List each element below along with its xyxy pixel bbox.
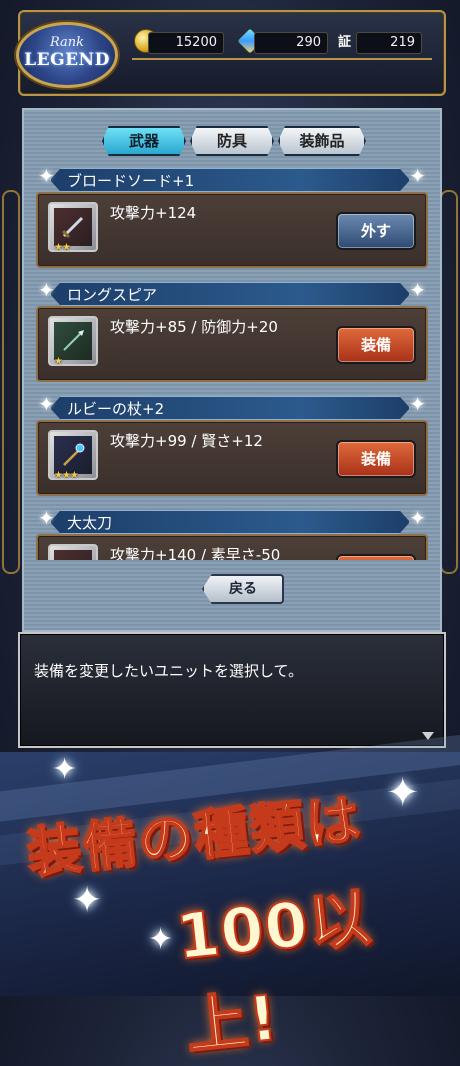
item-body: 攻撃力+140 / 素早さ-50 装備	[36, 534, 428, 560]
sparkle-icon: ✦	[386, 770, 420, 816]
item-name: ブロードソード+1	[50, 168, 410, 192]
unequip-button[interactable]: 外す	[336, 212, 416, 250]
sparkle-icon: ✦	[52, 752, 78, 787]
equip-button[interactable]: 装備	[336, 326, 416, 364]
item-stats: 攻撃力+140 / 素早さ-50	[110, 546, 281, 560]
message-box[interactable]: 装備を変更したいユニットを選択して。	[18, 632, 446, 748]
item-name: ルビーの杖+2	[50, 396, 410, 420]
sword-icon: ★★	[48, 202, 98, 253]
sparkle-icon: ✦	[38, 164, 55, 188]
tab-weapons[interactable]: 武器	[102, 126, 186, 156]
list-item[interactable]: ルビーの杖+2 ✦ ✦ ★★★ 攻撃力+99 / 賢さ+12 装備	[36, 392, 428, 496]
item-body: ★★★ 攻撃力+99 / 賢さ+12 装備	[36, 420, 428, 496]
sparkle-icon: ✦	[72, 880, 103, 921]
list-item[interactable]: ロングスピア ✦ ✦ ★ 攻撃力+85 / 防御力+20 装備	[36, 278, 428, 382]
list-item[interactable]: 大太刀 ✦ ✦ 攻撃力+140 / 素早さ-50 装備	[36, 506, 428, 560]
coin-count: 15200	[148, 32, 224, 54]
item-stats: 攻撃力+99 / 賢さ+12	[110, 432, 263, 450]
back-button[interactable]: 戻る	[202, 574, 284, 604]
item-body: ★ 攻撃力+85 / 防御力+20 装備	[36, 306, 428, 382]
katana-icon	[48, 544, 98, 560]
sparkle-icon: ✦	[409, 392, 426, 416]
equip-button[interactable]: 装備	[336, 440, 416, 478]
gem-count: 290	[254, 32, 328, 54]
message-text: 装備を変更したいユニットを選択して。	[34, 662, 304, 680]
equip-button[interactable]: 装備	[336, 554, 416, 560]
item-name: ロングスピア	[50, 282, 410, 306]
status-divider	[132, 58, 432, 60]
rank-word: Rank	[49, 35, 85, 50]
item-stats: 攻撃力+124	[110, 204, 197, 222]
staff-icon: ★★★	[48, 430, 98, 481]
spear-icon: ★	[48, 316, 98, 367]
rarity-stars: ★★	[54, 242, 71, 253]
right-ornament	[440, 190, 458, 574]
promo-banner: ✦ ✦ ✦ ✦ 装備の種類は 100以上!	[0, 730, 460, 1064]
rarity-stars: ★★★	[54, 470, 79, 481]
promo-line-2: 100以上!	[172, 880, 376, 1065]
sparkle-icon: ✦	[409, 164, 426, 188]
sparkle-icon: ✦	[38, 392, 55, 416]
certificate-count: 219	[356, 32, 422, 54]
sparkle-icon: ✦	[409, 278, 426, 302]
sparkle-icon: ✦	[148, 922, 174, 957]
list-clip: 大太刀 ✦ ✦ 攻撃力+140 / 素早さ-50 装備	[24, 506, 440, 560]
list-item[interactable]: ブロードソード+1 ✦ ✦ ★★ 攻撃力+124 外す	[36, 164, 428, 268]
sparkle-icon: ✦	[38, 506, 55, 530]
rank-title: LEGEND	[24, 50, 110, 70]
item-body: ★★ 攻撃力+124 外す	[36, 192, 428, 268]
equipment-panel: 武器 防具 装飾品 ブロードソード+1 ✦ ✦ ★★ 攻撃力+124 外す ロン…	[22, 108, 442, 632]
item-name: 大太刀	[50, 510, 410, 534]
sparkle-icon: ✦	[38, 278, 55, 302]
left-ornament	[2, 190, 20, 574]
sparkle-icon: ✦	[409, 506, 426, 530]
tab-accessories[interactable]: 装飾品	[278, 126, 366, 156]
certificate-label: 証	[338, 35, 352, 50]
status-bar: Rank LEGEND 15200 290 証 219	[16, 10, 446, 96]
rank-badge[interactable]: Rank LEGEND	[16, 22, 118, 88]
rarity-stars: ★	[54, 356, 63, 367]
tab-armor[interactable]: 防具	[190, 126, 274, 156]
item-stats: 攻撃力+85 / 防御力+20	[110, 318, 278, 336]
